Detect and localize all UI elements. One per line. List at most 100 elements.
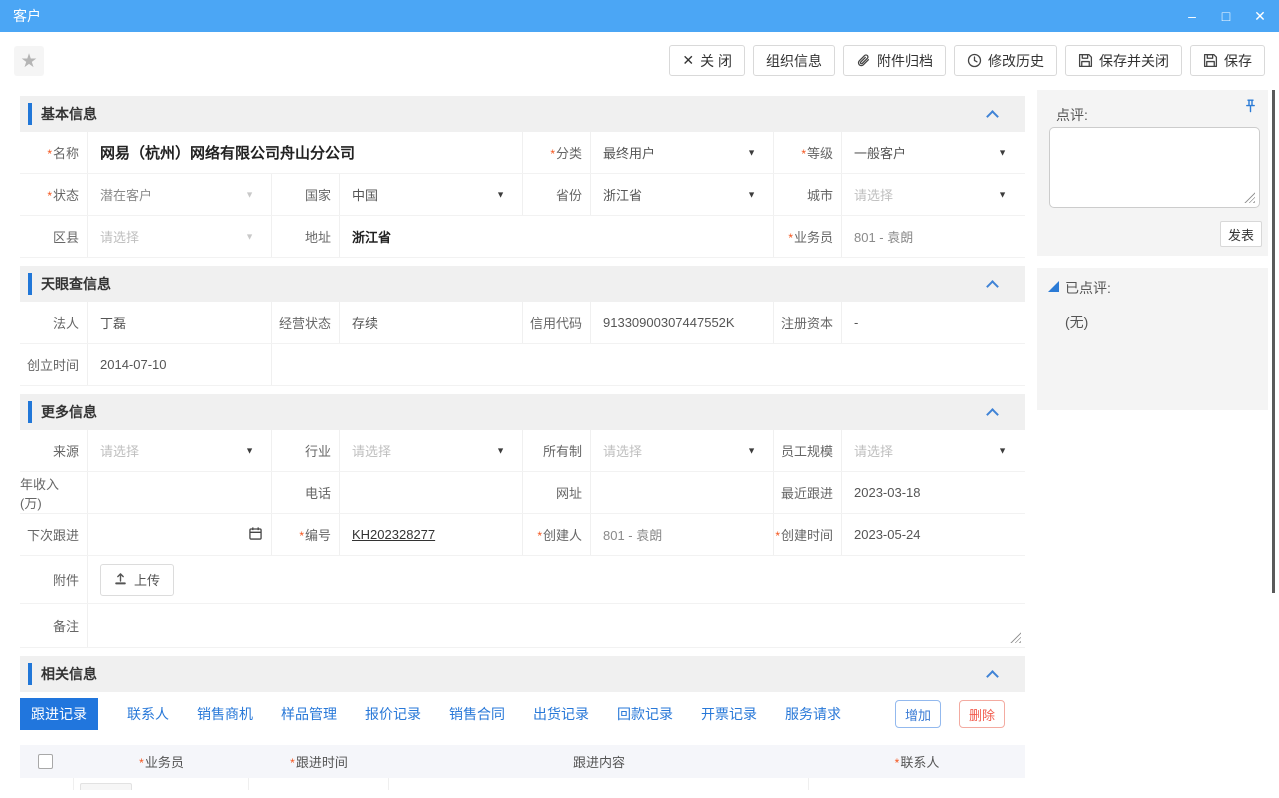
org-info-button[interactable]: 组织信息 [753,45,835,76]
category-select[interactable]: 最终用户▼ [590,132,773,173]
tab-shipment-records[interactable]: 出货记录 [533,704,589,724]
close-button[interactable]: ✕ 关 闭 [669,45,745,76]
publish-button[interactable]: 发表 [1220,221,1262,247]
field-label: 城市 [807,185,833,204]
section-title: 天眼查信息 [41,274,111,294]
required-marker: * [775,529,780,543]
section-title: 更多信息 [41,402,97,422]
resize-handle[interactable] [1244,192,1255,203]
column-follow-time: *跟进时间 [249,752,389,771]
source-select[interactable]: 请选择▼ [87,430,271,471]
org-info-label: 组织信息 [766,51,822,71]
chevron-down-icon: ▼ [496,189,505,199]
next-follow-datepicker[interactable] [87,514,271,555]
calendar-icon[interactable] [248,526,263,544]
section-related-header: 相关信息 [20,656,1025,692]
save-and-close-button[interactable]: 保存并关闭 [1065,45,1182,76]
comment-textarea[interactable] [1049,127,1260,208]
field-label: 附件 [53,570,79,589]
select-all-checkbox[interactable] [38,754,53,769]
address-input[interactable]: 浙江省 [339,216,773,257]
table-row[interactable] [20,778,1025,790]
tab-follow-records[interactable]: 跟进记录 [20,698,98,730]
field-label: 法人 [53,313,79,332]
tab-sales-opportunities[interactable]: 销售商机 [197,704,253,724]
collapse-triangle-icon[interactable] [1048,281,1059,292]
delete-button[interactable]: 删除 [959,700,1005,728]
ownership-select[interactable]: 请选择▼ [590,430,773,471]
field-annual-income: 年收入(万) [20,472,271,513]
resize-handle[interactable] [1010,632,1021,643]
staff-size-select[interactable]: 请选择▼ [841,430,1024,471]
tab-service-requests[interactable]: 服务请求 [785,704,841,724]
commented-empty-text: (无) [1065,312,1088,332]
district-select[interactable]: 请选择▼ [87,216,271,257]
upload-button[interactable]: 上传 [100,564,174,596]
grade-select[interactable]: 一般客户▼ [841,132,1024,173]
favorite-button[interactable]: ★ [14,46,44,76]
pin-icon[interactable] [1243,98,1258,117]
close-button-label: 关 闭 [700,51,732,71]
field-label: 区县 [53,227,79,246]
field-label: 行业 [305,441,331,460]
toolbar: ★ ✕ 关 闭 组织信息 附件归档 修改历史 保存并关闭 保存 [0,32,1279,90]
section-tianyancha: 天眼查信息 法人 丁磊 经营状态 存续 信用代码 913309003074475… [20,266,1025,386]
section-basic-header: 基本信息 [20,96,1025,132]
window-titlebar: 客户 – □ ✕ [0,0,1279,32]
form-row: 备注 [20,604,1025,648]
modify-history-button[interactable]: 修改历史 [954,45,1057,76]
tab-sales-contracts[interactable]: 销售合同 [449,704,505,724]
section-accent-bar [28,663,32,685]
collapse-chevron-icon[interactable] [986,110,999,123]
field-label: 经营状态 [279,313,331,332]
country-select[interactable]: 中国▼ [339,174,522,215]
section-title: 基本信息 [41,104,97,124]
attachment-archive-button[interactable]: 附件归档 [843,45,946,76]
credit-code-value: 91330900307447552K [590,302,773,343]
field-label: 员工规模 [781,441,833,460]
website-input[interactable] [590,472,773,513]
form-row: 区县 请选择▼ 地址 浙江省 *业务员 801 - 袁朗 [20,216,1025,258]
field-label: 下次跟进 [27,525,79,544]
collapse-chevron-icon[interactable] [986,280,999,293]
field-label: 编号 [305,525,331,544]
field-label: 创建人 [543,525,582,544]
required-marker: * [299,529,304,543]
phone-input[interactable] [339,472,522,513]
name-input[interactable]: 网易（杭州）网络有限公司舟山分公司 [87,132,522,173]
commented-panel: 已点评: (无) [1037,268,1268,410]
field-label: 备注 [53,616,79,635]
save-button[interactable]: 保存 [1190,45,1265,76]
collapse-chevron-icon[interactable] [986,670,999,683]
close-window-button[interactable]: ✕ [1251,8,1269,25]
add-button[interactable]: 增加 [895,700,941,728]
industry-select[interactable]: 请选择▼ [339,430,522,471]
field-next-follow: 下次跟进 [20,514,271,555]
tab-invoice-records[interactable]: 开票记录 [701,704,757,724]
tab-sample-management[interactable]: 样品管理 [281,704,337,724]
vertical-scrollbar[interactable] [1272,90,1275,593]
salesman-field[interactable]: 801 - 袁朗 [841,216,1024,257]
save-button-label: 保存 [1224,51,1252,71]
status-select[interactable]: 潜在客户▼ [87,174,271,215]
field-label: 来源 [53,441,79,460]
minimize-button[interactable]: – [1183,8,1201,24]
save-icon [1203,53,1218,68]
province-select[interactable]: 浙江省▼ [590,174,773,215]
chevron-down-icon: ▼ [245,231,254,241]
required-marker: * [290,756,295,770]
field-label: 所有制 [543,441,582,460]
tab-contacts[interactable]: 联系人 [127,704,169,724]
tab-quotation-records[interactable]: 报价记录 [365,704,421,724]
remark-textarea[interactable] [87,604,1025,647]
tab-payment-records[interactable]: 回款记录 [617,704,673,724]
maximize-button[interactable]: □ [1217,8,1235,24]
required-marker: * [550,147,555,161]
collapse-chevron-icon[interactable] [986,408,999,421]
city-select[interactable]: 请选择▼ [841,174,1024,215]
required-marker: * [895,756,900,770]
field-address: 地址 浙江省 [271,216,773,257]
code-link[interactable]: KH202328277 [339,514,522,555]
section-tianyancha-header: 天眼查信息 [20,266,1025,302]
annual-income-input[interactable] [87,472,271,513]
